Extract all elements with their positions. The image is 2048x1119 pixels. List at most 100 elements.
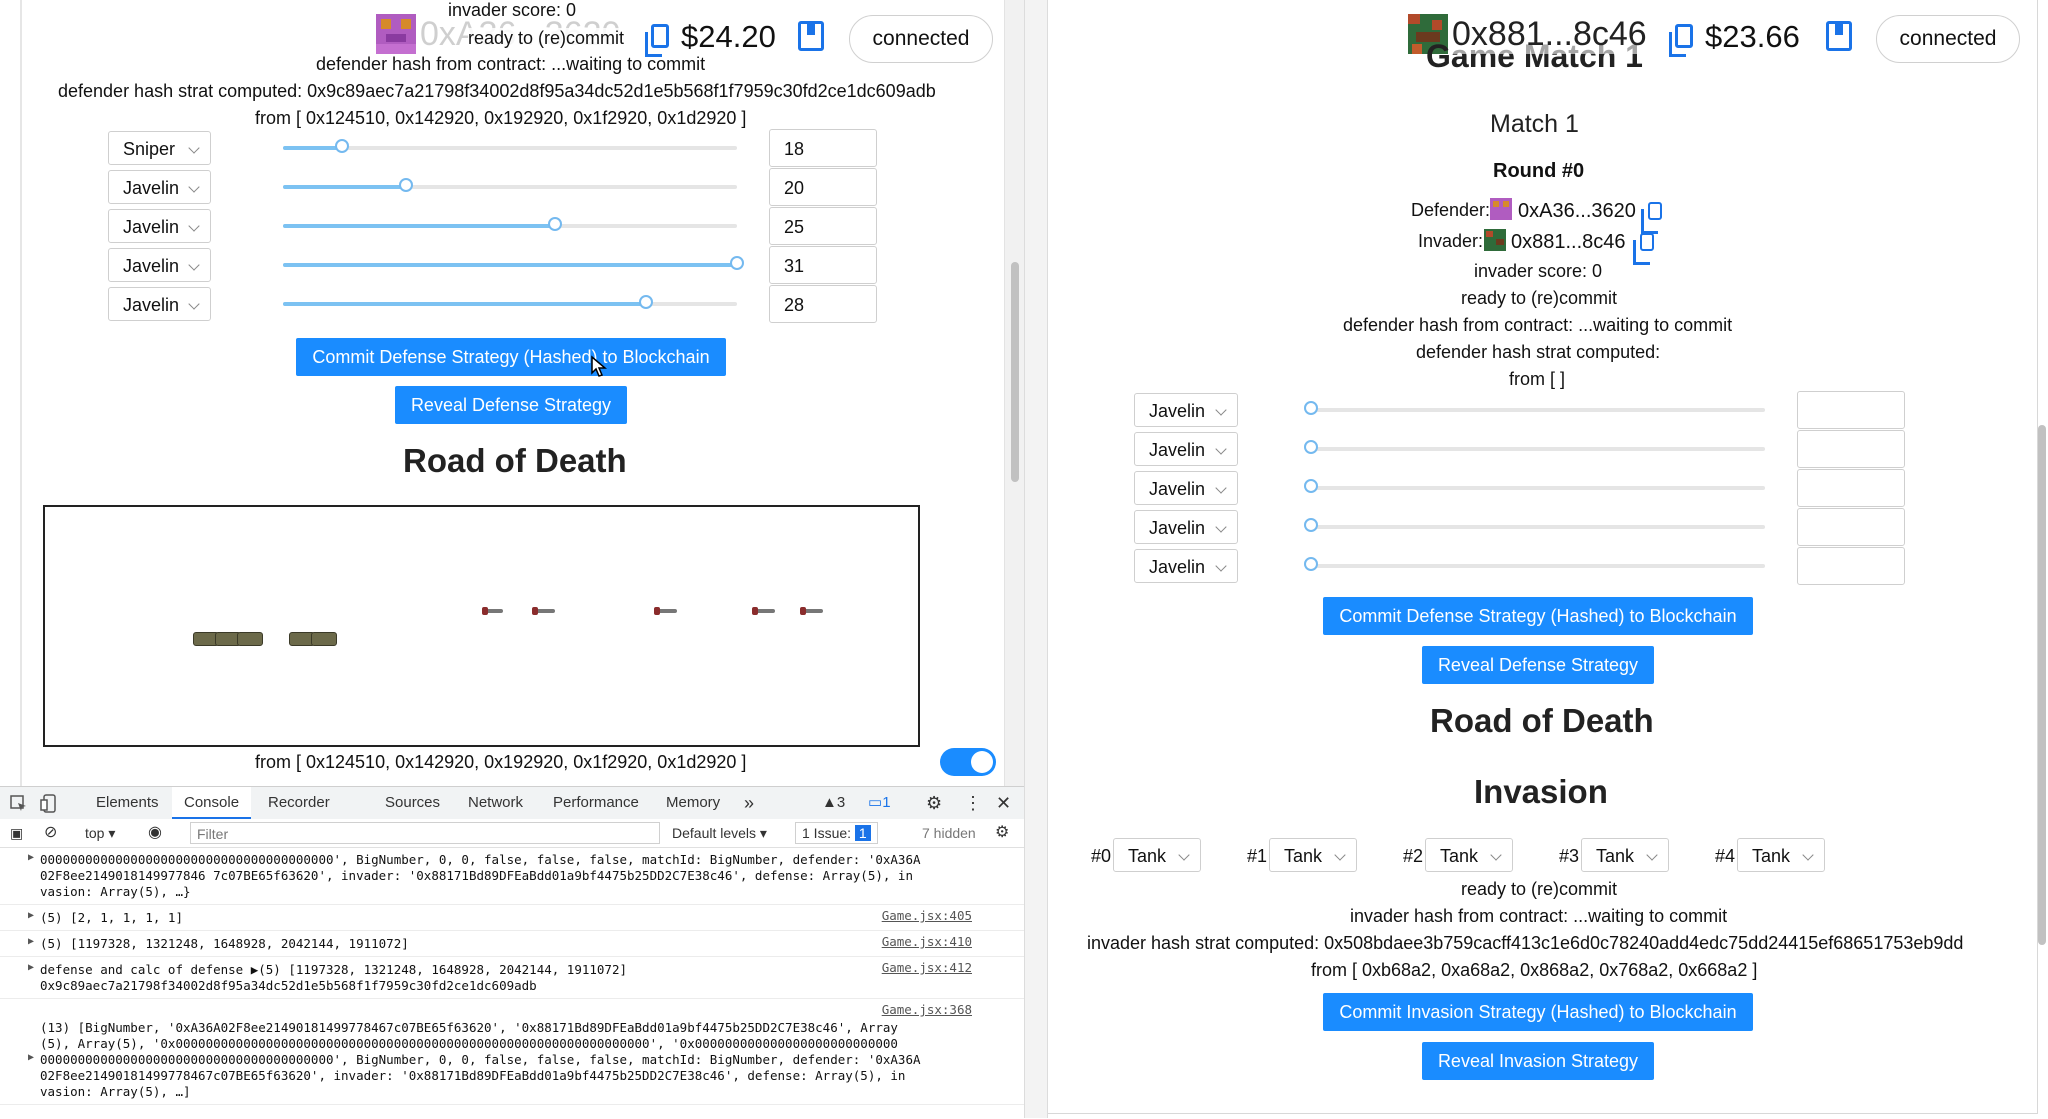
reveal-invasion-button[interactable]: Reveal Invasion Strategy bbox=[1422, 1042, 1654, 1080]
slider-knob[interactable] bbox=[1304, 479, 1318, 493]
slider-knob[interactable] bbox=[1304, 518, 1318, 532]
strength-slider[interactable] bbox=[1304, 401, 1765, 415]
console-entry[interactable]: (5) [1197328, 1321248, 1648928, 2042144,… bbox=[0, 931, 1024, 957]
connected-button[interactable]: connected bbox=[849, 15, 993, 63]
weapon-select[interactable]: Javelin bbox=[108, 248, 211, 282]
slider-knob[interactable] bbox=[1304, 557, 1318, 571]
unit-select[interactable]: Tank bbox=[1425, 838, 1513, 872]
source-link[interactable]: Game.jsx:405 bbox=[882, 908, 972, 923]
strength-input[interactable] bbox=[1797, 547, 1905, 585]
copy-icon[interactable] bbox=[1669, 24, 1693, 57]
close-devtools-icon[interactable]: ✕ bbox=[996, 787, 1011, 819]
left-scroll-thumb[interactable] bbox=[1011, 262, 1019, 482]
tab-memory[interactable]: Memory bbox=[666, 787, 720, 819]
messages-badge[interactable]: ▭1 bbox=[868, 787, 891, 819]
expand-triangle-icon[interactable]: ▶ bbox=[28, 910, 34, 921]
strength-slider[interactable] bbox=[283, 256, 744, 270]
weapon-select[interactable]: Javelin bbox=[108, 170, 211, 204]
toggle-switch[interactable] bbox=[940, 748, 996, 776]
slider-knob[interactable] bbox=[730, 256, 744, 270]
expand-triangle-icon[interactable]: ▶ bbox=[28, 1052, 34, 1063]
tab-recorder[interactable]: Recorder bbox=[268, 787, 330, 819]
reveal-defense-button[interactable]: Reveal Defense Strategy bbox=[1422, 646, 1654, 684]
copy-icon[interactable] bbox=[1641, 202, 1662, 234]
slider-knob[interactable] bbox=[398, 178, 413, 192]
wallet-icon[interactable] bbox=[798, 21, 824, 51]
tab-performance[interactable]: Performance bbox=[553, 787, 639, 819]
tab-elements[interactable]: Elements bbox=[96, 787, 159, 819]
slider-knob[interactable] bbox=[1304, 401, 1318, 415]
unit-select[interactable]: Tank bbox=[1269, 838, 1357, 872]
expand-triangle-icon[interactable]: ▶ bbox=[28, 962, 34, 973]
clear-console-icon[interactable]: ⊘ bbox=[44, 819, 57, 847]
slider-knob[interactable] bbox=[548, 217, 563, 231]
strength-input[interactable]: 18 bbox=[769, 129, 877, 167]
weapon-select[interactable]: Javelin bbox=[108, 209, 211, 243]
source-link[interactable]: Game.jsx:368 bbox=[882, 1002, 972, 1017]
source-link[interactable]: Game.jsx:410 bbox=[882, 934, 972, 949]
source-link[interactable]: Game.jsx:412 bbox=[882, 960, 972, 975]
unit-select[interactable]: Tank bbox=[1113, 838, 1201, 872]
weapon-select[interactable]: Javelin bbox=[1134, 549, 1238, 583]
wallet-icon[interactable] bbox=[1826, 21, 1852, 51]
strength-input[interactable]: 28 bbox=[769, 285, 877, 323]
strength-input[interactable]: 31 bbox=[769, 246, 877, 284]
warnings-badge[interactable]: ▲3 bbox=[822, 787, 845, 819]
strength-slider[interactable] bbox=[1304, 479, 1765, 493]
weapon-select[interactable]: Sniper bbox=[108, 131, 211, 165]
inspect-icon[interactable] bbox=[10, 795, 28, 813]
commit-defense-button[interactable]: Commit Defense Strategy (Hashed) to Bloc… bbox=[1323, 597, 1753, 635]
console-settings-icon[interactable]: ⚙ bbox=[995, 819, 1009, 847]
commit-invasion-button[interactable]: Commit Invasion Strategy (Hashed) to Blo… bbox=[1323, 993, 1753, 1031]
strength-slider[interactable] bbox=[1304, 557, 1765, 571]
reveal-defense-button[interactable]: Reveal Defense Strategy bbox=[395, 386, 627, 424]
weapon-select[interactable]: Javelin bbox=[1134, 510, 1238, 544]
weapon-select[interactable]: Javelin bbox=[1134, 393, 1238, 427]
connected-button[interactable]: connected bbox=[1876, 15, 2020, 63]
unit-select[interactable]: Tank bbox=[1581, 838, 1669, 872]
expand-triangle-icon[interactable]: ▶ bbox=[28, 936, 34, 947]
device-toggle-icon[interactable] bbox=[40, 794, 58, 814]
unit-select[interactable]: Tank bbox=[1737, 838, 1825, 872]
copy-icon[interactable] bbox=[645, 24, 669, 57]
tab-network[interactable]: Network bbox=[468, 787, 523, 819]
console-entry[interactable]: (13) [BigNumber, '0xA36A02F8ee2149018149… bbox=[0, 999, 1024, 1105]
more-tabs-icon[interactable]: » bbox=[744, 787, 754, 819]
kebab-menu-icon[interactable]: ⋮ bbox=[964, 787, 982, 819]
strength-input[interactable]: 25 bbox=[769, 207, 877, 245]
expand-triangle-icon[interactable]: ▶ bbox=[28, 852, 34, 863]
console-entry[interactable]: defense and calc of defense ▶(5) [119732… bbox=[0, 957, 1024, 999]
strength-slider[interactable] bbox=[1304, 440, 1765, 454]
console-filter-input[interactable]: Filter bbox=[190, 822, 660, 844]
strength-input[interactable] bbox=[1797, 508, 1905, 546]
strength-slider[interactable] bbox=[283, 295, 737, 309]
slider-knob[interactable] bbox=[335, 139, 350, 153]
strength-slider[interactable] bbox=[283, 139, 737, 153]
commit-defense-button[interactable]: Commit Defense Strategy (Hashed) to Bloc… bbox=[296, 338, 726, 376]
strength-slider[interactable] bbox=[1304, 518, 1765, 532]
weapon-select[interactable]: Javelin bbox=[1134, 471, 1238, 505]
console-entry[interactable]: (5) [2, 1, 1, 1, 1] ▶ Game.jsx:405 bbox=[0, 905, 1024, 931]
copy-icon[interactable] bbox=[1633, 233, 1654, 265]
context-select[interactable]: top ▾ bbox=[85, 819, 115, 847]
weapon-select[interactable]: Javelin bbox=[108, 287, 211, 321]
strength-slider[interactable] bbox=[283, 217, 737, 231]
settings-gear-icon[interactable]: ⚙ bbox=[926, 787, 942, 819]
tab-console[interactable]: Console bbox=[172, 787, 252, 819]
weapon-select[interactable]: Javelin bbox=[1134, 432, 1238, 466]
log-levels-select[interactable]: Default levels ▾ bbox=[672, 819, 767, 847]
issues-button[interactable]: 1 Issue: 1 bbox=[795, 822, 878, 844]
sidebar-toggle-icon[interactable]: ▣ bbox=[10, 819, 23, 847]
strength-input[interactable] bbox=[1797, 469, 1905, 507]
eye-icon[interactable]: ◉ bbox=[148, 819, 162, 847]
right-scroll-thumb[interactable] bbox=[2038, 425, 2046, 945]
slider-knob[interactable] bbox=[639, 295, 654, 309]
window-splitter[interactable] bbox=[1024, 0, 1048, 1118]
slider-knob[interactable] bbox=[1304, 440, 1318, 454]
strength-input[interactable] bbox=[1797, 430, 1905, 468]
left-scrollbar[interactable] bbox=[1004, 0, 1024, 786]
strength-slider[interactable] bbox=[283, 178, 737, 192]
strength-input[interactable] bbox=[1797, 391, 1905, 429]
strength-input[interactable]: 20 bbox=[769, 168, 877, 206]
tab-sources[interactable]: Sources bbox=[385, 787, 440, 819]
